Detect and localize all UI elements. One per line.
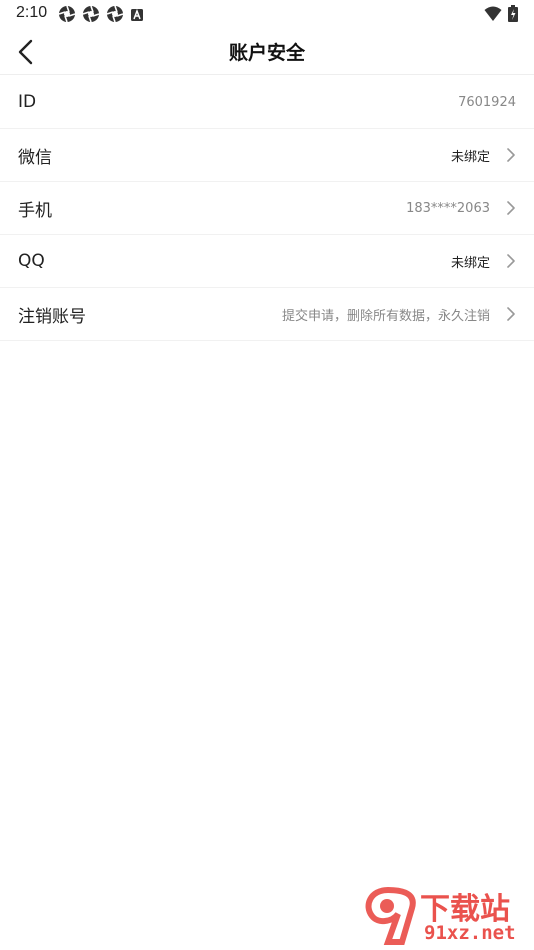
status-notification-icons [58, 5, 144, 27]
status-time: 2:10 [16, 4, 48, 21]
app-header: 账户安全 [0, 28, 534, 75]
notification-a-icon [130, 7, 144, 26]
row-value: 183****2063 [406, 200, 490, 216]
account-security-list: ID 7601924 微信 未绑定 手机 183****2063 QQ 未绑定 … [0, 76, 534, 341]
row-label: 微信 [18, 147, 52, 168]
chevron-right-icon [507, 254, 515, 268]
row-label: 手机 [18, 200, 52, 221]
list-item-delete-account[interactable]: 注销账号 提交申请，删除所有数据，永久注销 [0, 288, 534, 341]
site-watermark-logo: 下载站 91xz.net [358, 884, 530, 948]
watermark-site-text: 91xz.net [424, 922, 516, 944]
row-value: 7601924 [458, 94, 516, 110]
chevron-right-icon [507, 201, 515, 215]
row-value: 提交申请，删除所有数据，永久注销 [281, 308, 490, 324]
list-item-qq[interactable]: QQ 未绑定 [0, 235, 534, 288]
page-title: 账户安全 [228, 42, 305, 64]
chevron-right-icon [507, 148, 515, 162]
list-item-id: ID 7601924 [0, 76, 534, 129]
aperture-icon [82, 5, 100, 27]
wifi-icon [484, 6, 502, 26]
status-system-icons [484, 5, 518, 26]
row-label: QQ [18, 251, 45, 271]
battery-charging-icon [508, 5, 518, 26]
aperture-icon [58, 5, 76, 27]
row-label: 注销账号 [18, 306, 86, 327]
list-item-phone[interactable]: 手机 183****2063 [0, 182, 534, 235]
aperture-icon [106, 5, 124, 27]
list-item-wechat[interactable]: 微信 未绑定 [0, 129, 534, 182]
status-bar: 2:10 [0, 0, 534, 28]
row-value: 未绑定 [450, 255, 490, 271]
row-value: 未绑定 [450, 149, 490, 165]
row-label: ID [18, 92, 37, 112]
chevron-right-icon [507, 307, 515, 321]
